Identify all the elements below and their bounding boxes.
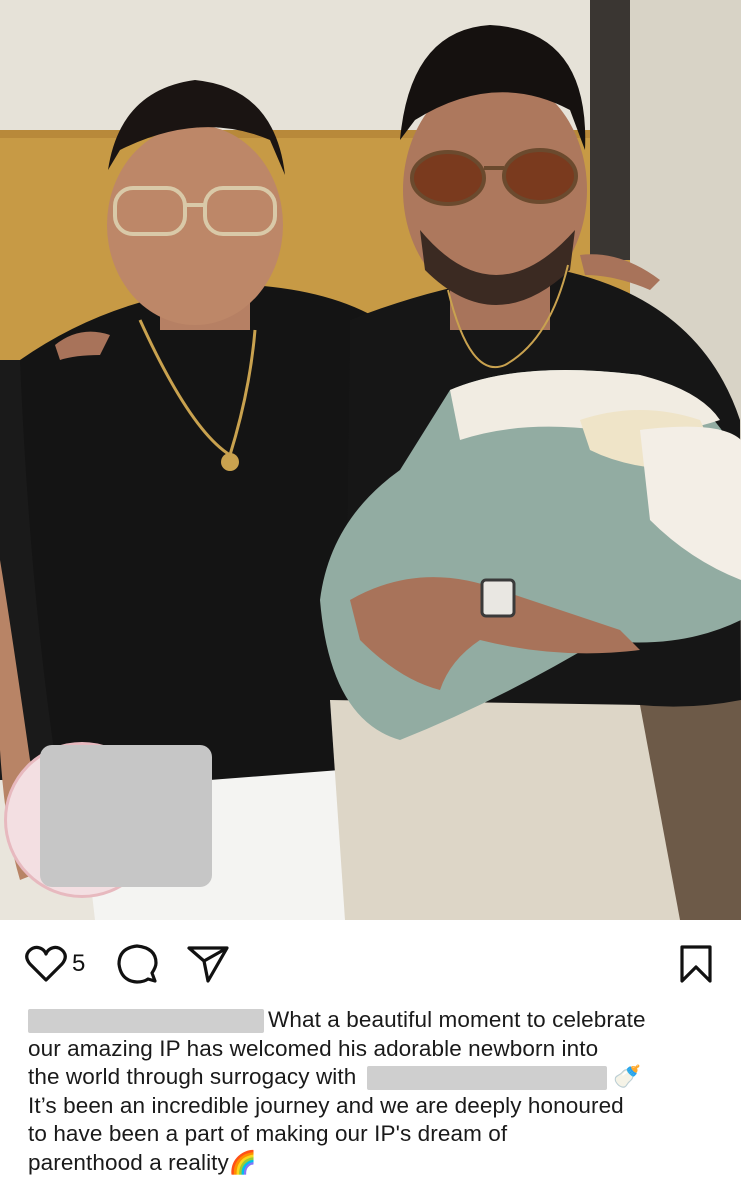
like-button[interactable]: 5 xyxy=(24,940,85,988)
comment-button[interactable] xyxy=(116,940,158,988)
post-photo[interactable] xyxy=(0,0,741,920)
rainbow-emoji: 🌈 xyxy=(228,1149,258,1175)
redacted-overlay xyxy=(40,745,212,887)
caption-line: What a beautiful moment to celebrate xyxy=(28,1006,718,1035)
caption-line: our amazing IP has welcomed his adorable… xyxy=(28,1035,718,1064)
heart-icon xyxy=(25,945,67,982)
post-action-bar: 5 xyxy=(0,940,741,988)
save-button[interactable] xyxy=(678,940,714,988)
bookmark-icon xyxy=(680,945,712,983)
caption-text: What a beautiful moment to celebrate xyxy=(268,1007,646,1032)
post-caption: What a beautiful moment to celebrate our… xyxy=(28,1006,718,1177)
caption-text: the world through surrogacy with xyxy=(28,1064,357,1089)
caption-line: the world through surrogacy with 🍼 xyxy=(28,1063,718,1092)
redacted-mention xyxy=(366,1066,607,1091)
caption-line: parenthood a reality🌈 xyxy=(28,1149,718,1178)
caption-text: to have been a part of making our IP's d… xyxy=(28,1121,508,1146)
redacted-username xyxy=(28,1009,264,1034)
like-count[interactable]: 5 xyxy=(72,950,85,978)
caption-line: It’s been an incredible journey and we a… xyxy=(28,1092,718,1121)
caption-line: to have been a part of making our IP's d… xyxy=(28,1120,718,1149)
bottle-emoji: 🍼 xyxy=(613,1064,642,1089)
caption-text: It’s been an incredible journey and we a… xyxy=(28,1092,624,1118)
caption-text: parenthood a reality xyxy=(28,1149,229,1175)
share-icon xyxy=(187,946,229,983)
caption-text: our amazing IP has welcomed his adorable… xyxy=(28,1035,599,1061)
comment-icon xyxy=(117,944,158,984)
share-button[interactable] xyxy=(186,940,230,988)
